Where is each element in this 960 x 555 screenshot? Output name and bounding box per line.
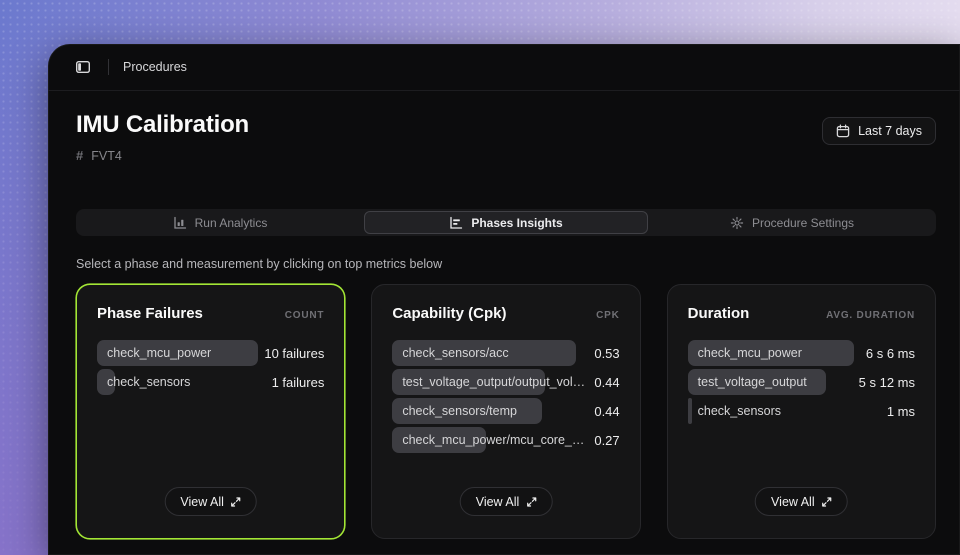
- metric-row-value: 1 failures: [272, 375, 325, 390]
- metric-row-label: check_sensors: [688, 404, 879, 418]
- page-title: IMU Calibration: [76, 111, 249, 139]
- metric-row-label: test_voltage_output/output_voltage: [392, 375, 586, 389]
- card-title: Capability (Cpk): [392, 305, 506, 322]
- title-row: IMU Calibration # FVT4 Last 7 days: [76, 111, 936, 163]
- calendar-icon: [836, 124, 850, 138]
- card-metric-label: COUNT: [285, 310, 325, 321]
- view-all-label: View All: [771, 495, 815, 509]
- tab-label: Procedure Settings: [752, 216, 854, 230]
- tab-label: Run Analytics: [195, 216, 268, 230]
- panel-left-icon[interactable]: [72, 56, 94, 78]
- tab-bar: Run Analytics Phases Insights Procedure …: [76, 209, 936, 236]
- metric-row[interactable]: check_mcu_power 10 failures: [97, 340, 324, 366]
- gear-icon: [730, 216, 744, 230]
- tab-phases-insights[interactable]: Phases Insights: [364, 211, 648, 234]
- app-window: Procedures IMU Calibration # FVT4 Last 7…: [48, 44, 960, 555]
- metric-row[interactable]: check_sensors/acc 0.53: [392, 340, 619, 366]
- metric-row-label: check_mcu_power: [97, 346, 256, 360]
- row-chart-icon: [449, 216, 463, 230]
- card-capability-cpk[interactable]: Capability (Cpk) CPK check_sensors/acc 0…: [371, 284, 640, 539]
- metric-row-value: 0.53: [594, 346, 619, 361]
- metric-row[interactable]: check_mcu_power/mcu_core_volta... 0.27: [392, 427, 619, 453]
- tab-run-analytics[interactable]: Run Analytics: [78, 211, 362, 234]
- metric-row-value: 1 ms: [887, 404, 915, 419]
- instruction-text: Select a phase and measurement by clicki…: [76, 257, 936, 271]
- procedure-tag-label: FVT4: [91, 149, 122, 163]
- tab-procedure-settings[interactable]: Procedure Settings: [650, 211, 934, 234]
- metric-row-value: 0.44: [594, 375, 619, 390]
- card-title: Phase Failures: [97, 305, 203, 322]
- header-divider: [108, 59, 109, 75]
- metric-row-label: check_sensors: [97, 375, 264, 389]
- top-bar: Procedures: [48, 44, 960, 91]
- date-range-label: Last 7 days: [858, 124, 922, 138]
- view-all-button[interactable]: View All: [460, 487, 553, 516]
- expand-icon: [822, 497, 832, 507]
- column-chart-icon: [173, 216, 187, 230]
- card-metric-label: AVG. DURATION: [826, 310, 915, 321]
- view-all-button[interactable]: View All: [164, 487, 257, 516]
- hash-icon: #: [76, 148, 83, 163]
- metric-row-value: 0.27: [594, 433, 619, 448]
- view-all-label: View All: [476, 495, 520, 509]
- metric-row[interactable]: check_sensors 1 ms: [688, 398, 915, 424]
- metric-row[interactable]: check_mcu_power 6 s 6 ms: [688, 340, 915, 366]
- metric-row[interactable]: check_sensors 1 failures: [97, 369, 324, 395]
- card-title: Duration: [688, 305, 750, 322]
- metric-row-label: test_voltage_output: [688, 375, 851, 389]
- metric-row-value: 5 s 12 ms: [859, 375, 915, 390]
- metric-row[interactable]: test_voltage_output/output_voltage 0.44: [392, 369, 619, 395]
- metric-row-value: 0.44: [594, 404, 619, 419]
- metric-row-label: check_mcu_power/mcu_core_volta...: [392, 433, 586, 447]
- metric-row[interactable]: check_sensors/temp 0.44: [392, 398, 619, 424]
- procedure-tag: # FVT4: [76, 148, 249, 163]
- metric-row-value: 6 s 6 ms: [866, 346, 915, 361]
- expand-icon: [231, 497, 241, 507]
- view-all-label: View All: [180, 495, 224, 509]
- date-range-button[interactable]: Last 7 days: [822, 117, 936, 145]
- card-metric-label: CPK: [596, 310, 620, 321]
- view-all-button[interactable]: View All: [755, 487, 848, 516]
- metric-row-label: check_sensors/acc: [392, 346, 586, 360]
- expand-icon: [526, 497, 536, 507]
- metric-cards: Phase Failures COUNT check_mcu_power 10 …: [76, 284, 936, 539]
- tab-label: Phases Insights: [471, 216, 562, 230]
- metric-row-label: check_mcu_power: [688, 346, 858, 360]
- metric-row[interactable]: test_voltage_output 5 s 12 ms: [688, 369, 915, 395]
- breadcrumb[interactable]: Procedures: [123, 60, 187, 74]
- metric-row-label: check_sensors/temp: [392, 404, 586, 418]
- metric-row-value: 10 failures: [264, 346, 324, 361]
- card-duration[interactable]: Duration AVG. DURATION check_mcu_power 6…: [667, 284, 936, 539]
- card-phase-failures[interactable]: Phase Failures COUNT check_mcu_power 10 …: [76, 284, 345, 539]
